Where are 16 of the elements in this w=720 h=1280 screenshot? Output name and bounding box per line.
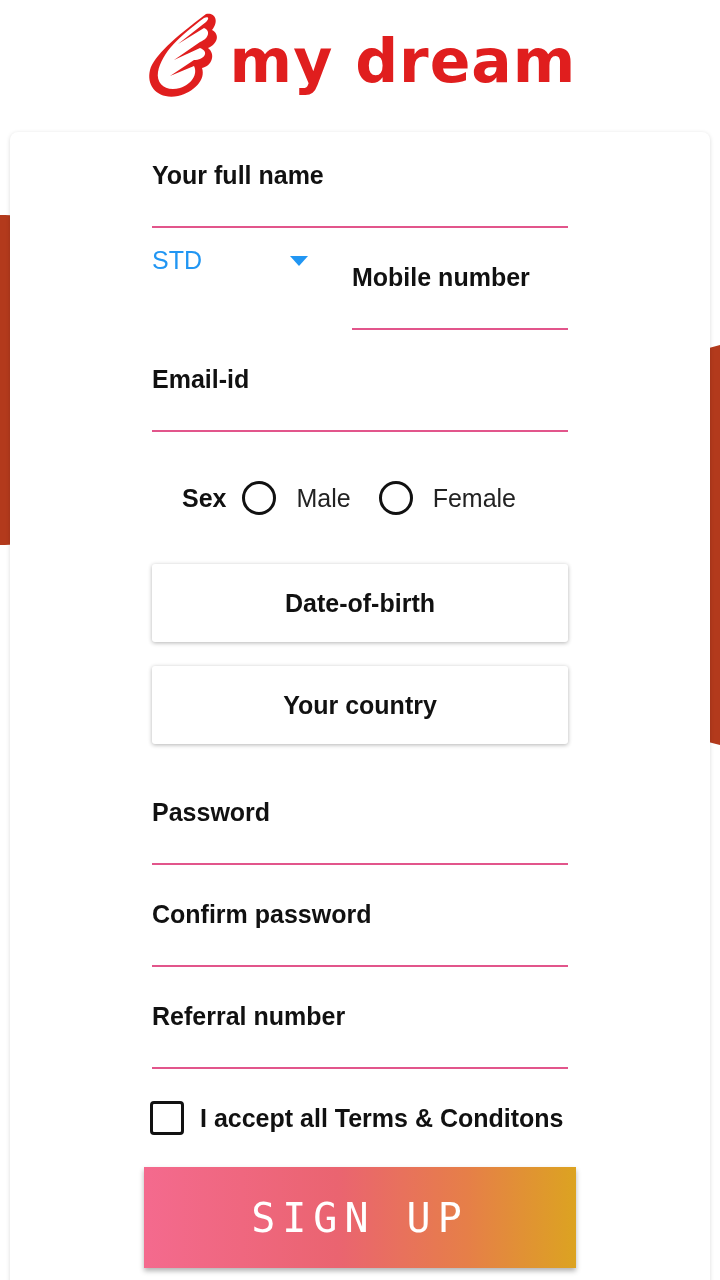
radio-button[interactable] — [378, 481, 413, 515]
caret-icon — [290, 255, 308, 266]
option-label: Male — [296, 483, 351, 513]
picker-button[interactable]: Date-of-birth — [152, 564, 568, 642]
input-field[interactable]: Email-id — [152, 356, 568, 432]
checkbox[interactable] — [150, 1101, 184, 1135]
input-field[interactable]: Referral number — [152, 993, 568, 1069]
radio-button[interactable] — [242, 481, 277, 515]
input-field[interactable]: Your full name — [152, 152, 568, 228]
input-field[interactable]: Password — [152, 789, 568, 865]
input-field[interactable]: Mobile number — [352, 254, 568, 330]
field-label: Sex — [181, 483, 227, 513]
picker-button[interactable]: Your country — [152, 666, 568, 744]
option-label: Female — [432, 483, 516, 513]
input-field[interactable]: Confirm password — [152, 891, 568, 967]
terms-label: I accept all Terms & Conditons — [200, 1103, 564, 1133]
